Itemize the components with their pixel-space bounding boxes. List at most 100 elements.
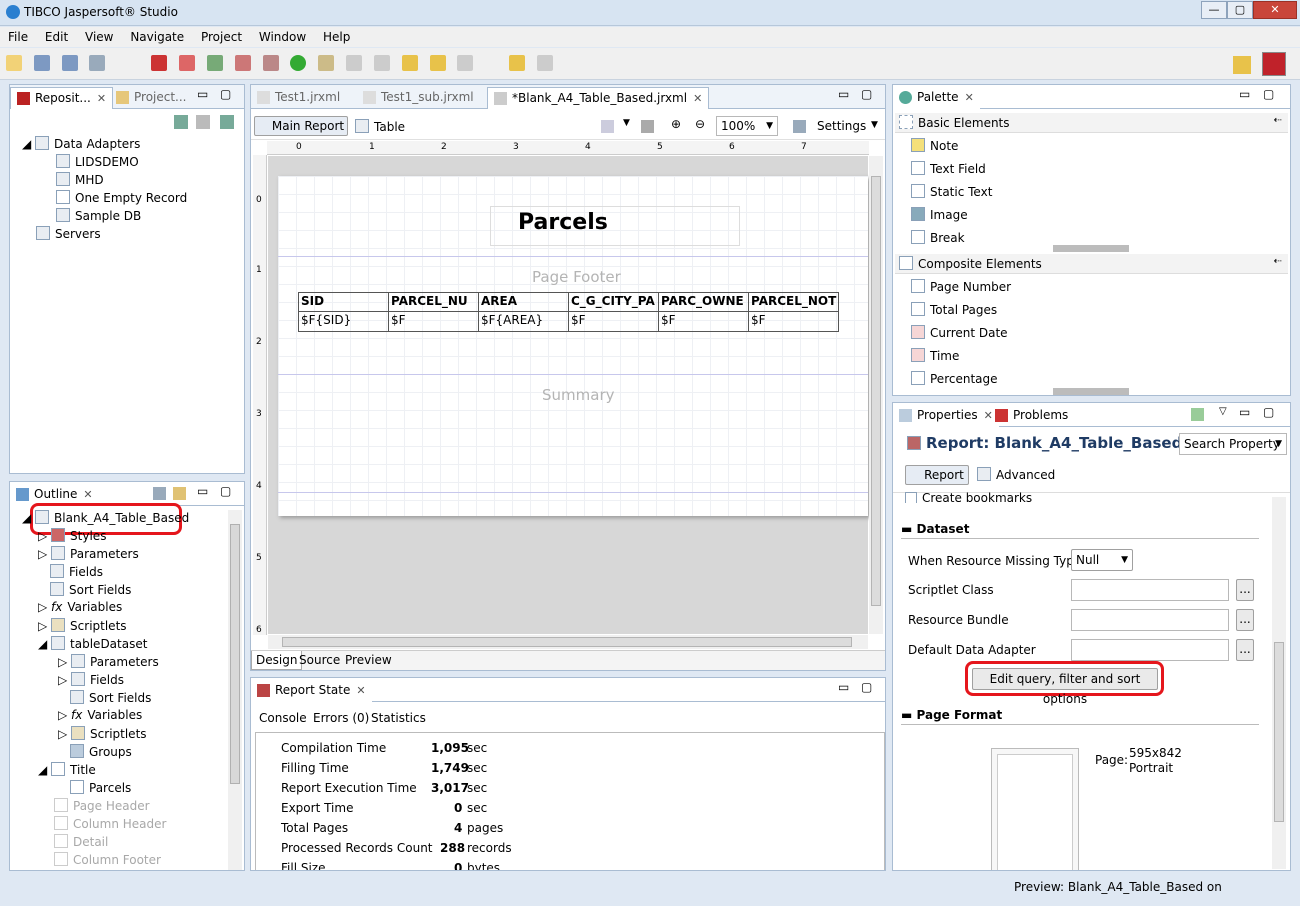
menu-view[interactable]: View: [77, 27, 118, 44]
minimize-button[interactable]: —: [1201, 1, 1227, 19]
outline-item-scriptlets[interactable]: ▷ Scriptlets: [38, 618, 127, 633]
palette-item-current-date[interactable]: Current Date: [911, 325, 1008, 340]
basic-elements-header[interactable]: Basic Elements ⇠: [895, 113, 1288, 133]
outline-scrollbar[interactable]: [228, 510, 242, 870]
tools-icon[interactable]: [318, 55, 335, 71]
report-title[interactable]: Parcels: [518, 210, 608, 235]
bundle-browse-button[interactable]: ...: [1236, 609, 1254, 631]
maximize-icon[interactable]: ▢: [1263, 405, 1274, 419]
tab-console[interactable]: Console: [259, 711, 307, 725]
close-button[interactable]: ✕: [1253, 1, 1297, 19]
report-run-icon[interactable]: [179, 55, 196, 71]
resource-bundle-input[interactable]: [1071, 609, 1229, 631]
tab-test1[interactable]: Test1.jrxml: [251, 87, 346, 109]
palette-item-time[interactable]: Time: [911, 348, 959, 363]
next-annotation-icon[interactable]: [346, 55, 363, 71]
outline-item-detail[interactable]: Detail: [54, 834, 108, 849]
tab-problems[interactable]: Problems: [989, 405, 1074, 427]
main-report-button[interactable]: Main Report: [254, 116, 348, 136]
tab-blank-a4[interactable]: *Blank_A4_Table_Based.jrxml ✕: [487, 87, 710, 109]
maximize-icon[interactable]: ▢: [220, 484, 231, 498]
table-detail-cell[interactable]: $F: [568, 311, 659, 332]
tab-test1-sub[interactable]: Test1_sub.jrxml: [357, 87, 480, 109]
outline-item-ds-parameters[interactable]: ▷ Parameters: [58, 654, 159, 669]
tab-project[interactable]: Project...: [110, 87, 193, 109]
outline-item-parcels[interactable]: Parcels: [70, 780, 131, 795]
report-copy-icon[interactable]: [262, 55, 279, 71]
outline-item-tabledataset[interactable]: ◢ tableDataset: [38, 636, 147, 651]
search-property-field[interactable]: Search Property ▼: [1179, 433, 1287, 455]
composite-elements-header[interactable]: Composite Elements ⇠: [895, 254, 1288, 274]
dropdown-icon[interactable]: ▼: [623, 118, 630, 128]
tab-source[interactable]: Source: [299, 653, 340, 667]
zoom-out-icon[interactable]: ⊖: [695, 117, 705, 131]
outline-item-groups[interactable]: Groups: [70, 744, 132, 759]
table-detail-cell[interactable]: $F: [658, 311, 749, 332]
outline-item-parameters[interactable]: ▷ Parameters: [38, 546, 139, 561]
table-detail-cell[interactable]: $F: [388, 311, 479, 332]
menu-help[interactable]: Help: [315, 27, 355, 44]
table-header-cell[interactable]: C_G_CITY_PA: [568, 292, 659, 312]
outline-item-page-header[interactable]: Page Header: [54, 798, 150, 813]
table-detail-cell[interactable]: $F{SID}: [298, 311, 389, 332]
close-icon[interactable]: ✕: [97, 92, 106, 105]
scroll-thumb[interactable]: [1274, 642, 1284, 822]
collapse-icon[interactable]: ⇠: [1274, 115, 1282, 126]
palette-item-total-pages[interactable]: Total Pages: [911, 302, 997, 317]
vertical-scrollbar[interactable]: [869, 156, 883, 634]
close-icon[interactable]: ✕: [356, 684, 365, 697]
folder-view-icon[interactable]: [173, 487, 186, 500]
default-adapter-input[interactable]: [1071, 639, 1229, 661]
tree-item-mhd[interactable]: MHD: [56, 172, 104, 187]
debug-icon[interactable]: [151, 55, 168, 71]
minimize-icon[interactable]: ▭: [197, 87, 208, 101]
report-table-icon[interactable]: [206, 55, 223, 71]
outline-item-ds-variables[interactable]: ▷ fx Variables: [58, 708, 142, 722]
table-header-cell[interactable]: PARC_OWNE: [658, 292, 749, 312]
resource-missing-select[interactable]: Null ▼: [1071, 549, 1133, 571]
table-detail-cell[interactable]: $F: [748, 311, 839, 332]
maximize-icon[interactable]: ▢: [861, 87, 872, 101]
outline-item-ds-sort-fields[interactable]: Sort Fields: [70, 690, 151, 705]
tree-item-data-adapters[interactable]: ◢ Data Adapters: [22, 136, 140, 151]
table-component[interactable]: SID PARCEL_NU AREA C_G_CITY_PA PARC_OWNE…: [298, 292, 839, 332]
palette-item-page-number[interactable]: Page Number: [911, 279, 1011, 294]
tab-properties[interactable]: Properties ✕: [893, 405, 999, 427]
scroll-thumb[interactable]: [871, 176, 881, 606]
close-icon[interactable]: ✕: [965, 91, 974, 104]
compile-icon[interactable]: [89, 55, 106, 71]
outline-item-column-footer[interactable]: Column Footer: [54, 852, 161, 867]
dropdown-icon[interactable]: ▼: [871, 120, 878, 130]
close-icon[interactable]: ✕: [83, 488, 92, 501]
redo-icon[interactable]: [537, 55, 554, 71]
tab-statistics[interactable]: Statistics: [371, 711, 426, 725]
run-icon[interactable]: [290, 55, 307, 71]
report-edit-icon[interactable]: [234, 55, 251, 71]
maximize-icon[interactable]: ▢: [1263, 87, 1274, 101]
tab-report-state[interactable]: Report State ✕: [251, 680, 372, 702]
collapse-icon[interactable]: ⇠: [1274, 256, 1282, 267]
back-icon[interactable]: [429, 55, 446, 71]
zoom-in-icon[interactable]: ⊕: [671, 117, 681, 131]
outline-item-ds-fields[interactable]: ▷ Fields: [58, 672, 124, 687]
new-icon[interactable]: [6, 55, 22, 71]
perspective-open-icon[interactable]: [1233, 56, 1251, 74]
maximize-icon[interactable]: ▢: [220, 87, 231, 101]
tab-repository[interactable]: Reposit... ✕: [10, 87, 114, 109]
settings-icon[interactable]: [793, 120, 806, 133]
zoom-select[interactable]: 100% ▼: [716, 116, 778, 136]
minimize-icon[interactable]: ▭: [1239, 405, 1250, 419]
save-icon[interactable]: [33, 55, 50, 71]
tree-view-icon[interactable]: [153, 487, 166, 500]
outline-item-title[interactable]: ◢ Title: [38, 762, 96, 777]
adapter-browse-button[interactable]: ...: [1236, 639, 1254, 661]
minimize-icon[interactable]: ▭: [838, 87, 849, 101]
scroll-handle[interactable]: [1053, 245, 1129, 252]
report-subtab[interactable]: Report: [905, 465, 969, 485]
perspective-report-icon[interactable]: [1262, 52, 1286, 76]
prev-annotation-icon[interactable]: [373, 55, 390, 71]
dataset-section-header[interactable]: ▬ Dataset: [901, 522, 1259, 539]
view-menu-icon[interactable]: ▽: [1219, 406, 1227, 417]
tab-palette[interactable]: Palette ✕: [893, 87, 980, 109]
minimize-icon[interactable]: ▭: [197, 484, 208, 498]
